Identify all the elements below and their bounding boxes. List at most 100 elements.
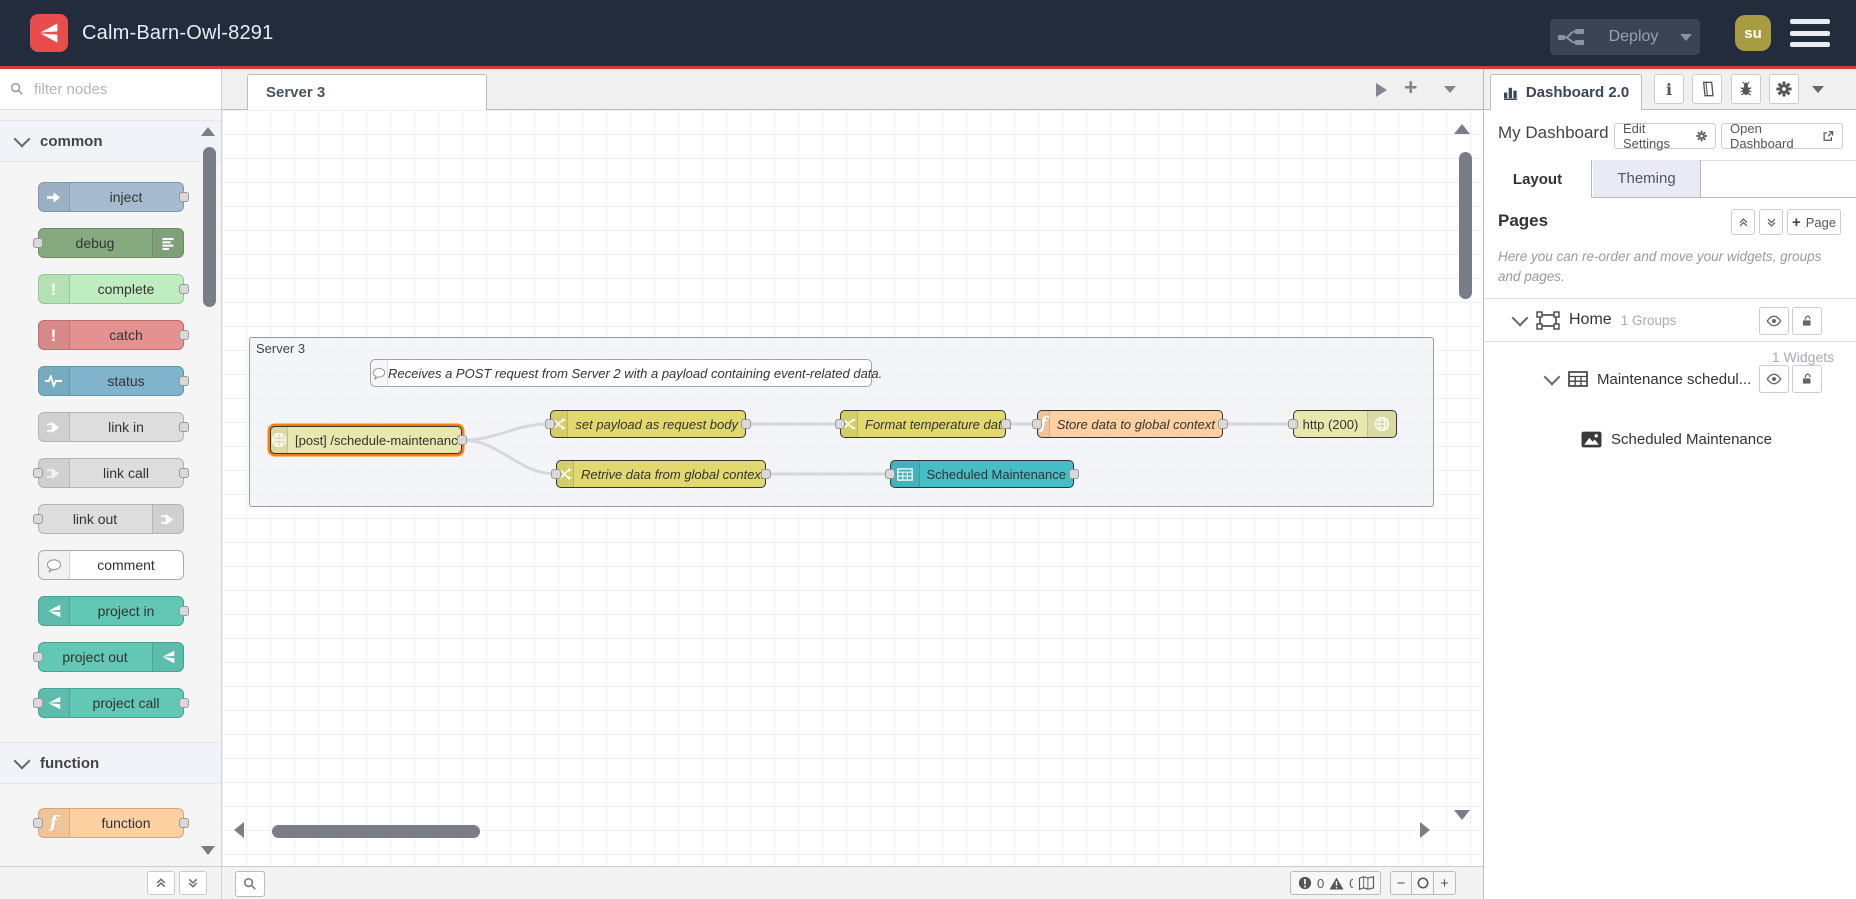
tab-server-3[interactable]: Server 3 bbox=[247, 74, 487, 110]
tab-theming[interactable]: Theming bbox=[1593, 160, 1701, 197]
header-accent-line bbox=[0, 66, 1856, 69]
comment-bubble-icon bbox=[38, 551, 70, 579]
canvas-scroll-left-arrow[interactable] bbox=[234, 822, 244, 838]
tree-row-maintenance-group[interactable]: Maintenance schedul... 1 Widgets bbox=[1484, 349, 1856, 398]
canvas-horizontal-scrollbar-thumb[interactable] bbox=[272, 825, 480, 838]
double-chevron-down-icon bbox=[1767, 218, 1775, 227]
reorder-up-button[interactable] bbox=[1731, 209, 1755, 235]
flow-canvas[interactable]: Server 3 Receives a POST request from Se… bbox=[222, 110, 1483, 866]
add-page-button[interactable]: + Page bbox=[1787, 209, 1841, 235]
output-port[interactable] bbox=[761, 469, 771, 479]
zoom-out-button[interactable]: − bbox=[1390, 871, 1412, 895]
tab-dashboard-2[interactable]: Dashboard 2.0 bbox=[1490, 74, 1642, 110]
palette-node-function[interactable]: f function bbox=[32, 808, 189, 838]
output-port[interactable] bbox=[1001, 419, 1011, 429]
change-node-retrieve-global[interactable]: Retrive data from global context bbox=[551, 460, 771, 488]
tab-scroll-right-icon[interactable] bbox=[1376, 83, 1387, 97]
http-response-node[interactable]: http (200) bbox=[1288, 410, 1397, 438]
edit-settings-button[interactable]: Edit Settings bbox=[1614, 121, 1716, 151]
input-port[interactable] bbox=[551, 469, 561, 479]
input-port[interactable] bbox=[1288, 419, 1298, 429]
input-port[interactable] bbox=[835, 419, 845, 429]
comment-node[interactable]: Receives a POST request from Server 2 wi… bbox=[370, 359, 882, 387]
palette-node-project-call[interactable]: project call bbox=[32, 688, 189, 718]
input-port bbox=[32, 238, 43, 248]
lock-toggle-button[interactable] bbox=[1792, 307, 1822, 335]
palette-node-debug[interactable]: debug bbox=[32, 228, 184, 258]
palette-node-project-in[interactable]: project in bbox=[37, 596, 189, 626]
collapse-categories-button[interactable] bbox=[147, 871, 175, 895]
palette-node-inject[interactable]: inject bbox=[37, 182, 189, 212]
error-icon bbox=[1298, 876, 1312, 890]
add-flow-button[interactable]: + bbox=[1404, 74, 1417, 101]
palette-category-function[interactable]: function bbox=[0, 742, 221, 784]
palette-scroll-down-arrow[interactable] bbox=[201, 846, 215, 855]
palette-nodes-common: inject debug ! complete ! catch status l… bbox=[0, 162, 221, 718]
function-node-store-global[interactable]: f Store data to global context bbox=[1032, 410, 1228, 438]
canvas-scroll-right-arrow[interactable] bbox=[1420, 822, 1430, 838]
chevron-down-icon[interactable] bbox=[1511, 309, 1529, 327]
input-port[interactable] bbox=[545, 419, 555, 429]
open-dashboard-button[interactable]: Open Dashboard bbox=[1721, 121, 1843, 151]
tab-config-button[interactable] bbox=[1769, 74, 1799, 104]
palette-node-complete[interactable]: ! complete bbox=[37, 274, 189, 304]
tab-info-button[interactable]: i bbox=[1654, 74, 1684, 104]
palette-node-link-out[interactable]: link out bbox=[32, 504, 184, 534]
minimap-toggle-button[interactable] bbox=[1353, 871, 1381, 895]
palette-node-link-call[interactable]: link call bbox=[32, 458, 189, 488]
output-port[interactable] bbox=[457, 435, 467, 445]
input-port bbox=[32, 652, 43, 662]
canvas-scroll-up-arrow[interactable] bbox=[1454, 124, 1470, 134]
chevron-down-icon[interactable] bbox=[1543, 368, 1561, 386]
user-avatar[interactable]: su bbox=[1735, 15, 1771, 51]
http-in-node[interactable]: [post] /schedule-maintenance bbox=[270, 426, 467, 454]
deploy-options-caret-icon[interactable] bbox=[1680, 33, 1692, 41]
palette-search-input[interactable] bbox=[32, 79, 196, 99]
workspace: Server 3 + Server 3 Receives a POST requ… bbox=[222, 69, 1483, 899]
input-port[interactable] bbox=[885, 469, 895, 479]
tab-debug-button[interactable] bbox=[1731, 74, 1761, 104]
error-count: 0 bbox=[1317, 875, 1325, 891]
palette-node-comment[interactable]: comment bbox=[37, 550, 184, 580]
main-menu-button[interactable] bbox=[1790, 19, 1830, 47]
external-link-icon bbox=[1823, 131, 1834, 141]
palette-node-status[interactable]: status bbox=[37, 366, 189, 396]
canvas-vertical-scrollbar-thumb[interactable] bbox=[1459, 152, 1472, 299]
visibility-toggle-button[interactable] bbox=[1759, 307, 1789, 335]
dashboard-header: My Dashboard Edit Settings Open Dashboar… bbox=[1484, 110, 1856, 161]
tab-layout[interactable]: Layout bbox=[1484, 160, 1592, 198]
palette-node-catch[interactable]: ! catch bbox=[37, 320, 189, 350]
inject-icon bbox=[38, 183, 70, 211]
visibility-toggle-button[interactable] bbox=[1759, 365, 1789, 393]
deploy-button[interactable]: Deploy bbox=[1550, 19, 1700, 55]
input-port[interactable] bbox=[1032, 419, 1042, 429]
zoom-in-button[interactable]: + bbox=[1434, 871, 1456, 895]
search-flows-button[interactable] bbox=[235, 871, 265, 897]
tree-row-home-page[interactable]: Home 1 Groups bbox=[1484, 298, 1856, 342]
tab-help-button[interactable] bbox=[1692, 74, 1722, 104]
change-node-set-payload[interactable]: set payload as request body bbox=[545, 410, 751, 438]
workspace-tab-bar: Server 3 + bbox=[222, 69, 1483, 110]
output-port[interactable] bbox=[741, 419, 751, 429]
palette-scroll-up-arrow[interactable] bbox=[201, 127, 215, 136]
ui-table-node[interactable]: Scheduled Maintenance bbox=[885, 460, 1079, 488]
palette-node-link-in[interactable]: link in bbox=[37, 412, 189, 442]
expand-categories-button[interactable] bbox=[179, 871, 207, 895]
lock-toggle-button[interactable] bbox=[1792, 365, 1822, 393]
output-port[interactable] bbox=[1218, 419, 1228, 429]
palette-scrollbar-thumb[interactable] bbox=[203, 147, 216, 307]
palette-node-project-out[interactable]: project out bbox=[32, 642, 184, 672]
palette-category-common[interactable]: common bbox=[0, 120, 221, 162]
flow-list-button[interactable] bbox=[1444, 86, 1456, 93]
palette-search[interactable] bbox=[0, 69, 221, 110]
globe-icon bbox=[271, 427, 288, 453]
tree-row-scheduled-maintenance-widget[interactable]: Scheduled Maintenance bbox=[1484, 421, 1856, 457]
sidebar-tabs-expand-button[interactable] bbox=[1812, 86, 1824, 93]
reorder-down-button[interactable] bbox=[1759, 209, 1783, 235]
change-node-format-temperature[interactable]: Format temperature data. bbox=[835, 410, 1012, 438]
output-port[interactable] bbox=[1069, 469, 1079, 479]
search-icon bbox=[243, 877, 256, 890]
globe-icon bbox=[1367, 411, 1396, 437]
zoom-reset-button[interactable] bbox=[1412, 871, 1434, 895]
canvas-scroll-down-arrow[interactable] bbox=[1454, 810, 1470, 820]
